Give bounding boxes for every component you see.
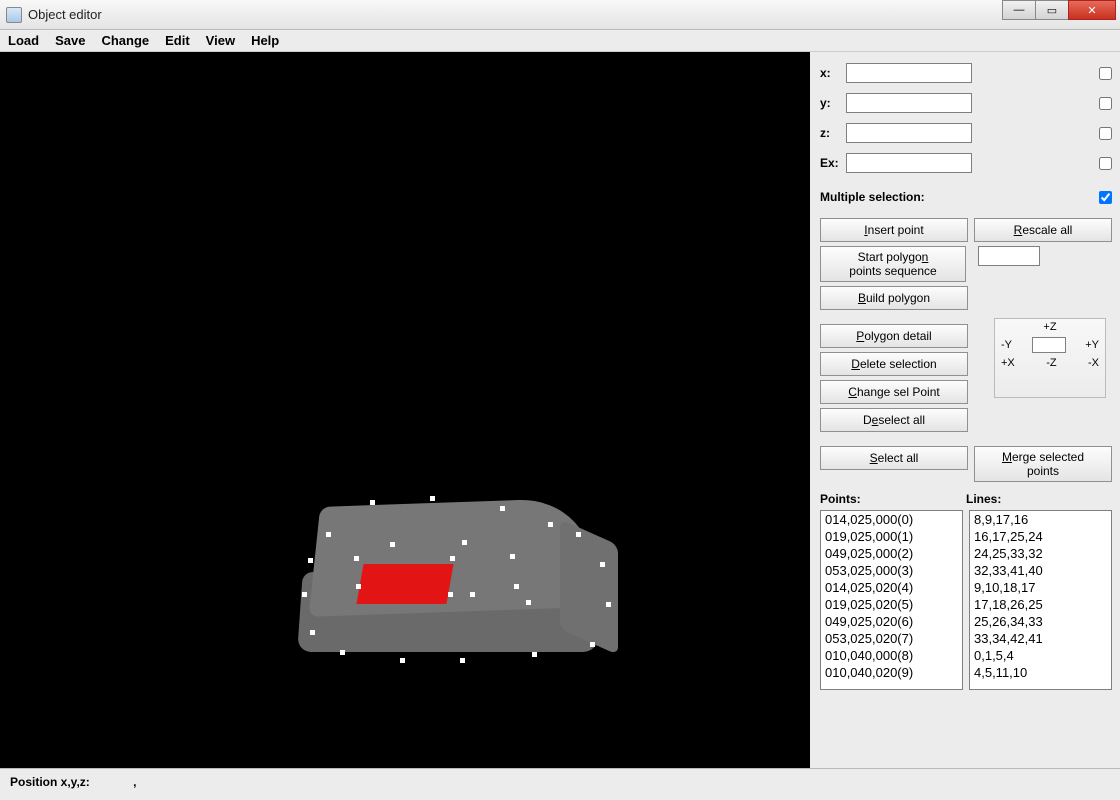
points-list-item[interactable]: 019,025,020(5) [821,596,962,613]
menu-change[interactable]: Change [101,33,149,48]
points-list-item[interactable]: 049,025,000(2) [821,545,962,562]
nudge-plus-y[interactable]: +Y [1085,339,1099,351]
window-title: Object editor [28,7,102,22]
lines-list-item[interactable]: 0,1,5,4 [970,647,1111,664]
lines-list-item[interactable]: 9,10,18,17 [970,579,1111,596]
lines-list-item[interactable]: 17,18,26,25 [970,596,1111,613]
change-sel-point-button[interactable]: Change sel Point [820,380,968,404]
z-input[interactable] [846,123,972,143]
polygon-detail-button[interactable]: Polygon detail [820,324,968,348]
status-label: Position x,y,z: [10,775,90,789]
ex-input[interactable] [846,153,972,173]
lines-list-item[interactable]: 32,33,41,40 [970,562,1111,579]
close-button[interactable]: ✕ [1068,0,1116,20]
model-car [300,492,620,672]
points-listbox[interactable]: 014,025,000(0)019,025,000(1)049,025,000(… [820,510,963,690]
z-checkbox[interactable] [1099,127,1112,140]
points-list-item[interactable]: 010,040,000(8) [821,647,962,664]
menu-help[interactable]: Help [251,33,279,48]
y-checkbox[interactable] [1099,97,1112,110]
nudge-minus-x[interactable]: -X [1088,357,1099,369]
lines-list-item[interactable]: 25,26,34,33 [970,613,1111,630]
menu-edit[interactable]: Edit [165,33,190,48]
y-label: y: [820,96,846,110]
side-panel: x: y: z: Ex: Multiple selection: [810,52,1120,768]
nudge-minus-y[interactable]: -Y [1001,339,1012,351]
lines-list-item[interactable]: 33,34,42,41 [970,630,1111,647]
lines-header: Lines: [966,492,1112,506]
lines-list-item[interactable]: 16,17,25,24 [970,528,1111,545]
sequence-input[interactable] [978,246,1040,266]
y-input[interactable] [846,93,972,113]
points-list-item[interactable]: 053,025,000(3) [821,562,962,579]
multiple-selection-label: Multiple selection: [820,190,925,204]
status-bar: Position x,y,z: , [0,768,1120,796]
start-polygon-button[interactable]: Start polygonpoints sequence [820,246,966,282]
status-value: , [133,775,136,789]
points-list-item[interactable]: 014,025,020(4) [821,579,962,596]
minimize-button[interactable]: — [1002,0,1036,20]
lines-list-item[interactable]: 4,5,11,10 [970,664,1111,681]
points-list-item[interactable]: 019,025,000(1) [821,528,962,545]
deselect-all-button[interactable]: Deselect all [820,408,968,432]
nudge-panel: +Z -Y +Y +X -Z -X [994,318,1106,398]
select-all-button[interactable]: Select all [820,446,968,470]
app-icon [6,7,22,23]
z-label: z: [820,126,846,140]
merge-selected-button[interactable]: Merge selectedpoints [974,446,1112,482]
points-header: Points: [820,492,966,506]
points-list-item[interactable]: 049,025,020(6) [821,613,962,630]
nudge-plus-x[interactable]: +X [1001,357,1015,369]
x-checkbox[interactable] [1099,67,1112,80]
insert-point-button[interactable]: Insert point [820,218,968,242]
x-input[interactable] [846,63,972,83]
rescale-all-button[interactable]: Rescale all [974,218,1112,242]
x-label: x: [820,66,846,80]
lines-list-item[interactable]: 8,9,17,16 [970,511,1111,528]
viewport-3d[interactable] [0,52,810,768]
menu-bar: Load Save Change Edit View Help [0,30,1120,52]
menu-load[interactable]: Load [8,33,39,48]
points-list-item[interactable]: 014,025,000(0) [821,511,962,528]
nudge-input[interactable] [1032,337,1066,353]
title-bar: Object editor — ▭ ✕ [0,0,1120,30]
multiple-selection-checkbox[interactable] [1099,191,1112,204]
points-list-item[interactable]: 010,040,020(9) [821,664,962,681]
menu-save[interactable]: Save [55,33,85,48]
nudge-plus-z[interactable]: +Z [1043,321,1056,333]
ex-checkbox[interactable] [1099,157,1112,170]
build-polygon-button[interactable]: Build polygon [820,286,968,310]
lines-listbox[interactable]: 8,9,17,1616,17,25,2424,25,33,3232,33,41,… [969,510,1112,690]
maximize-button[interactable]: ▭ [1035,0,1069,20]
ex-label: Ex: [820,156,846,170]
points-list-item[interactable]: 053,025,020(7) [821,630,962,647]
nudge-minus-z[interactable]: -Z [1046,357,1056,369]
menu-view[interactable]: View [206,33,235,48]
delete-selection-button[interactable]: Delete selection [820,352,968,376]
lines-list-item[interactable]: 24,25,33,32 [970,545,1111,562]
window-controls: — ▭ ✕ [1003,0,1116,20]
